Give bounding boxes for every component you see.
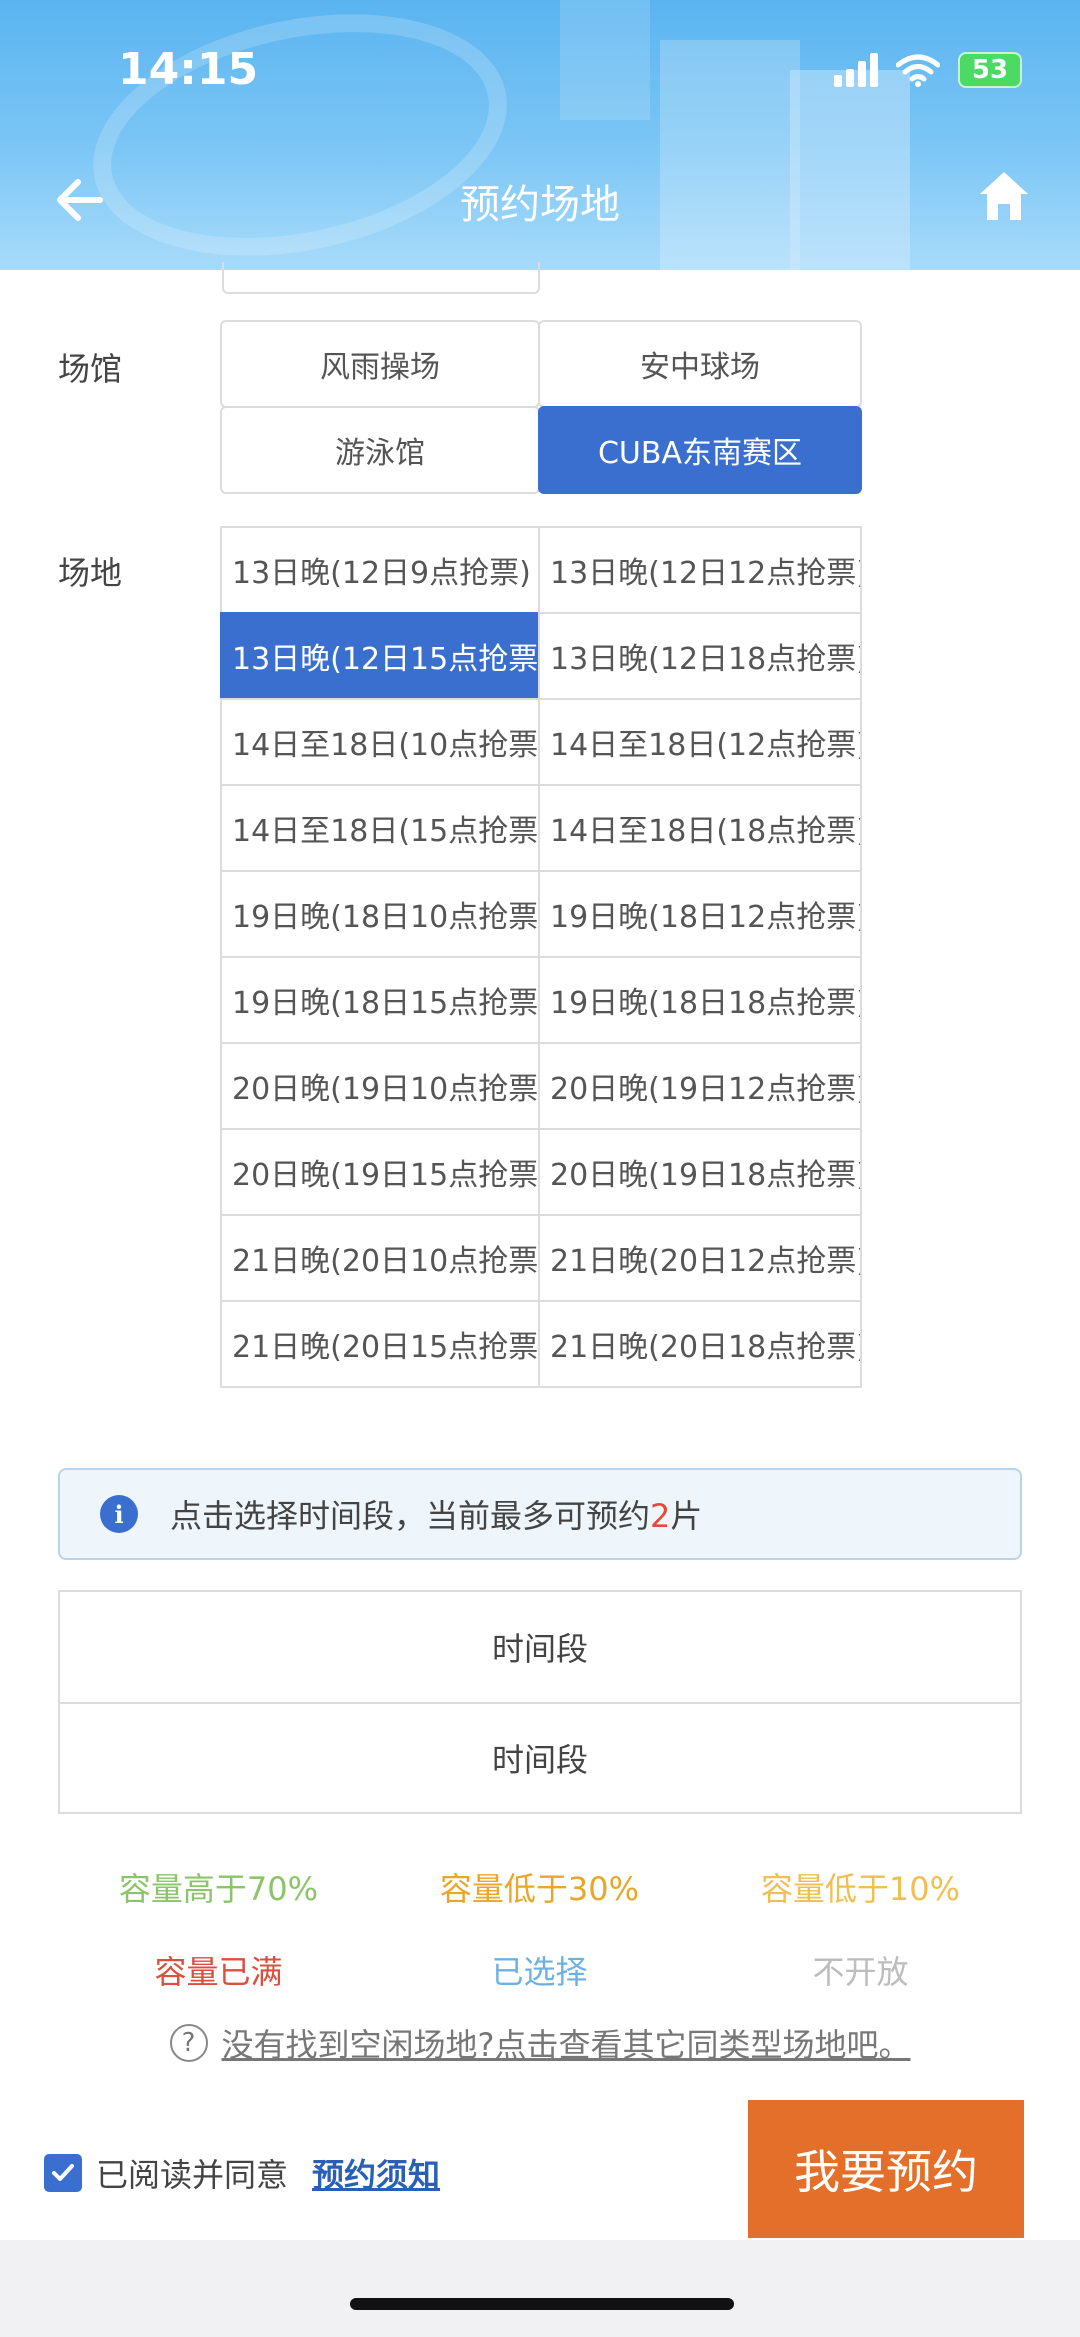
field-option[interactable]: 21日晚(20日10点抢票) <box>220 1214 540 1302</box>
bottom-safe-area <box>0 2240 1080 2337</box>
agreement-row: 已阅读并同意 预约须知 <box>44 2150 440 2196</box>
legend-high-capacity: 容量高于70% <box>118 1870 319 1908</box>
field-option[interactable]: 21日晚(20日18点抢票) <box>538 1300 862 1388</box>
legend-full: 容量已满 <box>154 1953 283 1991</box>
field-option-selected[interactable]: 13日晚(12日15点抢票) <box>220 612 540 700</box>
field-label: 场地 <box>58 554 123 592</box>
field-option[interactable]: 13日晚(12日18点抢票) <box>538 612 862 700</box>
venue-option[interactable]: 风雨操场 <box>220 320 540 408</box>
app-header: 14:15 53 预约场地 <box>0 0 1080 270</box>
header-decoration <box>560 0 650 120</box>
max-booking-count: 2 <box>650 1497 671 1535</box>
home-icon[interactable] <box>976 168 1032 224</box>
field-option[interactable]: 20日晚(19日10点抢票) <box>220 1042 540 1130</box>
time-slot-row[interactable]: 时间段 <box>60 1592 1020 1702</box>
info-text-main: 点击选择时间段，当前最多可预约 <box>170 1497 651 1535</box>
field-option[interactable]: 13日晚(12日9点抢票) <box>220 526 540 614</box>
time-slot-row[interactable]: 时间段 <box>60 1702 1020 1812</box>
field-option[interactable]: 19日晚(18日18点抢票) <box>538 956 862 1044</box>
field-option[interactable]: 14日至18日(15点抢票) <box>220 784 540 872</box>
signal-icon <box>834 53 878 87</box>
booking-notice-link[interactable]: 预约须知 <box>312 2150 440 2196</box>
other-venues-link[interactable]: 没有找到空闲场地?点击查看其它同类型场地吧。 <box>222 2020 911 2066</box>
home-indicator <box>350 2298 734 2310</box>
venue-options: 风雨操场 安中球场 游泳馆 CUBA东南赛区 <box>220 320 862 494</box>
question-icon: ? <box>169 2024 208 2062</box>
legend-very-low-capacity: 容量低于10% <box>760 1870 961 1908</box>
field-option[interactable]: 20日晚(19日12点抢票) <box>538 1042 862 1130</box>
field-option[interactable]: 19日晚(18日12点抢票) <box>538 870 862 958</box>
agree-checkbox[interactable] <box>44 2154 82 2192</box>
field-option[interactable]: 14日至18日(18点抢票) <box>538 784 862 872</box>
info-text-unit: 片 <box>670 1497 703 1535</box>
agree-label: 已阅读并同意 <box>96 2156 289 2194</box>
page-title: 预约场地 <box>460 182 620 228</box>
help-line[interactable]: ? 没有找到空闲场地?点击查看其它同类型场地吧。 <box>0 2020 1080 2066</box>
header-decoration <box>660 40 800 270</box>
info-icon: i <box>100 1495 138 1533</box>
field-option[interactable]: 20日晚(19日15点抢票) <box>220 1128 540 1216</box>
time-slot-table: 时间段 时间段 <box>58 1590 1022 1814</box>
header-decoration <box>790 70 910 270</box>
field-option[interactable]: 20日晚(19日18点抢票) <box>538 1128 862 1216</box>
check-icon <box>52 2164 74 2181</box>
capacity-legend-row-2: 容量已满 已选择 不开放 <box>58 1947 1022 1993</box>
status-icons: 53 <box>834 52 1022 88</box>
field-option[interactable]: 21日晚(20日12点抢票) <box>538 1214 862 1302</box>
capacity-legend-row-1: 容量高于70% 容量低于30% 容量低于10% <box>58 1864 1022 1910</box>
venue-option-selected[interactable]: CUBA东南赛区 <box>538 406 862 494</box>
venue-label: 场馆 <box>58 350 123 388</box>
info-text: 点击选择时间段，当前最多可预约2片 <box>170 1491 702 1537</box>
scrolled-cell-edge <box>222 262 540 294</box>
field-options: 13日晚(12日9点抢票) 13日晚(12日12点抢票) 13日晚(12日15点… <box>220 526 862 1388</box>
field-option[interactable]: 19日晚(18日15点抢票) <box>220 956 540 1044</box>
submit-booking-button[interactable]: 我要预约 <box>748 2100 1024 2238</box>
field-option[interactable]: 19日晚(18日10点抢票) <box>220 870 540 958</box>
info-notice: i 点击选择时间段，当前最多可预约2片 <box>58 1468 1022 1560</box>
status-time: 14:15 <box>118 44 259 95</box>
field-option[interactable]: 14日至18日(12点抢票) <box>538 698 862 786</box>
legend-closed: 不开放 <box>812 1953 909 1991</box>
battery-icon: 53 <box>958 52 1022 88</box>
legend-low-capacity: 容量低于30% <box>439 1870 640 1908</box>
venue-option[interactable]: 游泳馆 <box>220 406 540 494</box>
field-option[interactable]: 21日晚(20日15点抢票) <box>220 1300 540 1388</box>
field-option[interactable]: 14日至18日(10点抢票) <box>220 698 540 786</box>
venue-option[interactable]: 安中球场 <box>538 320 862 408</box>
wifi-icon <box>896 54 940 87</box>
field-option[interactable]: 13日晚(12日12点抢票) <box>538 526 862 614</box>
legend-selected: 已选择 <box>491 1953 588 1991</box>
